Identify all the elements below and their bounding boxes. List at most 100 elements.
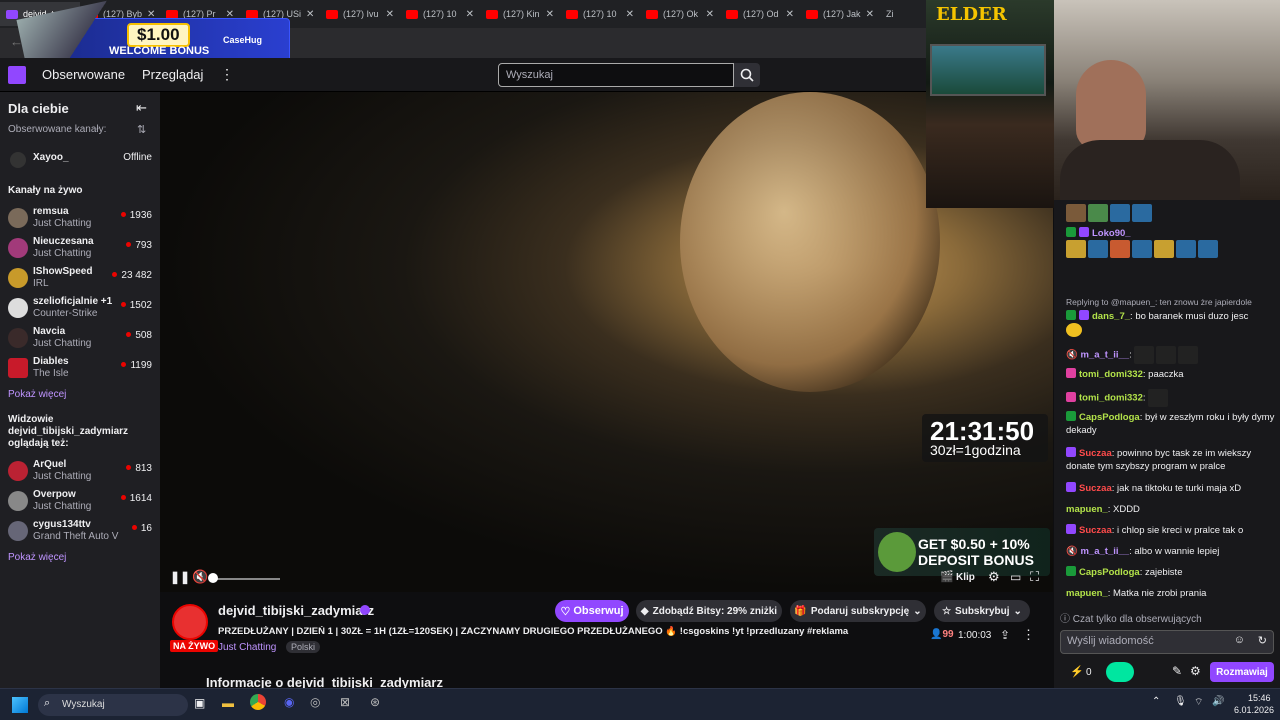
chat-message: Suczaa: jak na tiktoku te turki maja xD: [1066, 482, 1276, 495]
emote-icon: [1132, 240, 1152, 258]
browser-tab[interactable]: (127) 10 ✕: [400, 2, 480, 26]
clip-icon[interactable]: 🎬: [940, 570, 954, 583]
shortcut-icon[interactable]: ✎: [1172, 664, 1182, 678]
twitch-logo-icon[interactable]: [8, 66, 26, 84]
live-channel[interactable]: IShowSpeed IRL 23 482: [8, 266, 154, 294]
close-icon[interactable]: ✕: [306, 9, 314, 20]
viewers-also-header: Widzowie dejvid_tibijski_zadymiarz ogląd…: [8, 414, 129, 449]
channel-name[interactable]: dejvid_tibijski_zadymiarz: [218, 603, 374, 618]
badge-icon: [1066, 310, 1076, 320]
channel-points-icon[interactable]: ⚡: [1070, 665, 1084, 678]
clock-time[interactable]: 15:46: [1248, 693, 1271, 703]
live-channel[interactable]: Diables The Isle 1199: [8, 356, 154, 384]
volume-icon[interactable]: 🔊: [1212, 696, 1224, 707]
more-options-icon[interactable]: ⋮: [1022, 627, 1035, 643]
task-view-icon[interactable]: ▣: [194, 696, 205, 710]
collapse-sidebar-icon[interactable]: ⇤: [136, 100, 147, 116]
volume-handle[interactable]: [208, 573, 218, 583]
avatar: [8, 521, 28, 541]
emote-icon: [1156, 346, 1177, 364]
stream-info: NA ŻYWO dejvid_tibijski_zadymiarz PRZEDŁ…: [160, 592, 1053, 690]
bits-icon: ◆: [640, 605, 649, 617]
subathon-timer: 21:31:50 30zł=1godzina: [922, 414, 1048, 462]
browser-tab[interactable]: Zi: [880, 2, 906, 26]
mute-icon[interactable]: 🔇: [192, 569, 208, 585]
settings-gear-icon[interactable]: ⚙: [988, 569, 1000, 585]
subscribe-button[interactable]: ☆ Subskrybuj ⌄: [934, 600, 1030, 622]
browser-tab[interactable]: (127) Kin ✕: [480, 2, 560, 26]
steam-icon[interactable]: ◎: [310, 695, 320, 709]
ad-text: WELCOME BONUS: [109, 45, 210, 57]
close-icon[interactable]: ✕: [786, 9, 794, 20]
discord-icon[interactable]: ◉: [284, 695, 294, 709]
microphone-icon[interactable]: 🎙: [1174, 696, 1187, 707]
badge-icon: [1066, 566, 1076, 576]
prediction-button[interactable]: [1106, 662, 1134, 682]
category-link[interactable]: Just Chatting: [218, 642, 276, 653]
pause-icon[interactable]: ❚❚: [170, 570, 190, 584]
browser-tab[interactable]: (127) 10 ✕: [560, 2, 640, 26]
recommended-channel[interactable]: ArQuel Just Chatting 813: [8, 459, 154, 487]
search-icon: ⌕: [44, 697, 51, 709]
tray-chevron-icon[interactable]: ⌃: [1152, 696, 1160, 707]
close-icon[interactable]: ✕: [466, 9, 474, 20]
get-bits-button[interactable]: ◆ Zdobądź Bitsy: 29% zniżki: [636, 600, 782, 622]
twitch-top-nav: [0, 58, 926, 92]
chat-settings-gear-icon[interactable]: ⚙: [1190, 664, 1201, 678]
sort-icon[interactable]: ⇅: [137, 123, 146, 136]
fullscreen-icon[interactable]: ⛶: [1030, 569, 1039, 585]
close-icon[interactable]: ✕: [386, 9, 394, 20]
volume-slider[interactable]: [210, 578, 280, 580]
close-icon[interactable]: ✕: [546, 9, 554, 20]
chat-message: mapuen_: Matka nie zrobi prania: [1066, 588, 1207, 599]
recommended-channel[interactable]: Overpow Just Chatting 1614: [8, 489, 154, 517]
follow-button[interactable]: ♡ Obserwuj: [555, 600, 629, 622]
theatre-mode-icon[interactable]: ▭: [1010, 570, 1021, 584]
close-icon[interactable]: ✕: [706, 9, 714, 20]
youtube-icon: [806, 9, 818, 19]
clock-date[interactable]: 6.01.2026: [1234, 705, 1274, 715]
verified-icon: [360, 605, 370, 615]
chat-input[interactable]: Wyślij wiadomość ☺ ↻: [1060, 630, 1274, 654]
emote-picker-icon[interactable]: ☺: [1234, 634, 1245, 646]
taskbar-search[interactable]: ⌕ Wyszukaj: [38, 694, 188, 716]
browser-tab[interactable]: (127) Od ✕: [720, 2, 800, 26]
search-button[interactable]: [734, 63, 760, 87]
clip-button[interactable]: Klip: [956, 572, 975, 583]
app-icon[interactable]: ⊛: [370, 695, 380, 709]
windows-start-icon[interactable]: [12, 697, 28, 713]
close-icon[interactable]: ✕: [866, 9, 874, 20]
live-channel[interactable]: Nieuczesana Just Chatting 793: [8, 236, 154, 264]
followed-channel[interactable]: Xayoo_ Offline: [8, 150, 154, 178]
recommended-channel[interactable]: cygus134ttv Grand Theft Auto V 16: [8, 519, 154, 547]
gift-sub-button[interactable]: 🎁 Podaruj subskrypcję ⌄: [790, 600, 926, 622]
casehug-ad-banner[interactable]: $1.00 WELCOME BONUS CaseHug: [16, 0, 290, 73]
browser-tab[interactable]: (127) Ok ✕: [640, 2, 720, 26]
search-input[interactable]: Wyszukaj: [498, 63, 734, 87]
chevron-down-icon: ⌄: [913, 605, 922, 617]
emote-icon: [1132, 204, 1152, 222]
nav-followed[interactable]: Obserwowane: [42, 67, 125, 82]
nav-browse[interactable]: Przeglądaj: [142, 67, 203, 82]
live-channel[interactable]: szelioficjalnie +1 Counter-Strike 1502: [8, 296, 154, 324]
chat-send-button[interactable]: Rozmawiaj: [1210, 662, 1274, 682]
show-more-link[interactable]: Pokaż więcej: [8, 552, 66, 563]
language-tag[interactable]: Polski: [286, 641, 321, 653]
live-badge: NA ŻYWO: [170, 640, 219, 652]
file-explorer-icon[interactable]: ▬: [222, 696, 234, 710]
badge-icon: [1066, 391, 1076, 402]
close-icon[interactable]: ✕: [626, 9, 634, 20]
show-more-link[interactable]: Pokaż więcej: [8, 389, 66, 400]
browser-tab[interactable]: (127) Jak ✕: [800, 2, 880, 26]
streamer-avatar[interactable]: [172, 604, 208, 640]
browser-tab[interactable]: (127) Ivu ✕: [320, 2, 400, 26]
video-scene: [680, 92, 940, 392]
live-channel[interactable]: Navcia Just Chatting 508: [8, 326, 154, 354]
chrome-icon[interactable]: [250, 694, 266, 710]
translate-icon[interactable]: ↻: [1258, 634, 1267, 647]
network-icon[interactable]: ⌔: [1194, 696, 1203, 709]
live-channel[interactable]: remsua Just Chatting 1936: [8, 206, 154, 234]
xbox-icon[interactable]: ⊠: [340, 695, 350, 709]
share-icon[interactable]: ⇪: [1000, 628, 1010, 642]
more-menu-icon[interactable]: ⋮: [220, 66, 234, 83]
